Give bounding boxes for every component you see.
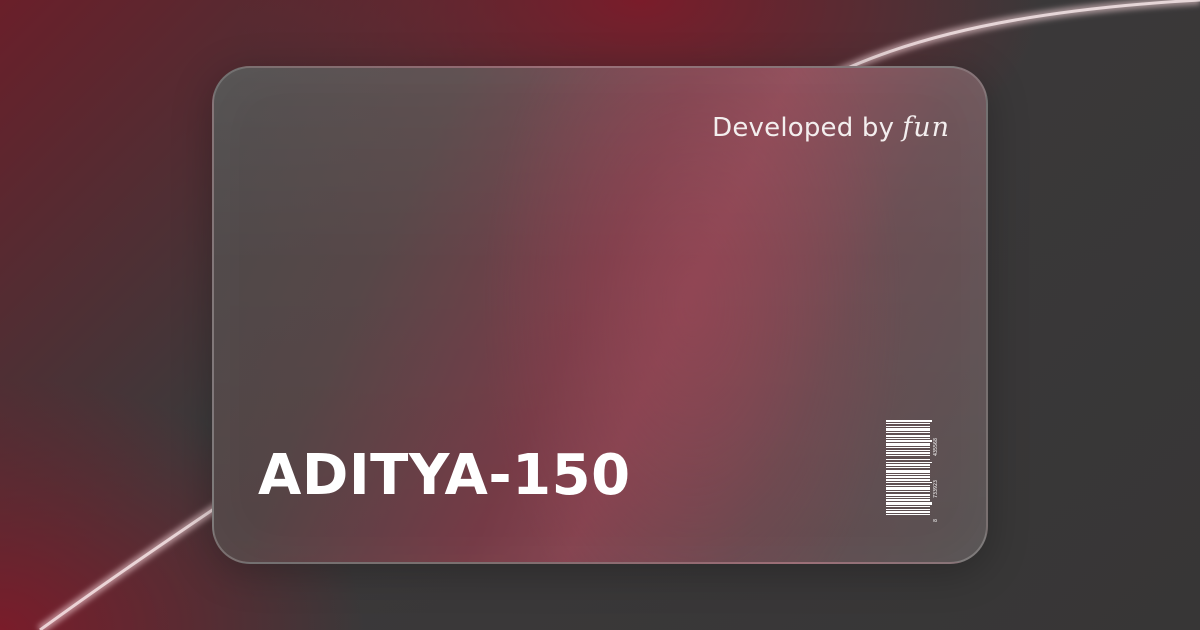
barcode-number-1: 8 — [933, 519, 939, 522]
share-image: Developed by fun ADITYA-150 8 733923 435… — [0, 0, 1200, 630]
developer-prefix: Developed by — [712, 113, 895, 143]
developer-brand-logo: fun — [902, 112, 950, 143]
glass-card: Developed by fun ADITYA-150 8 733923 435… — [212, 66, 988, 564]
barcode-number-3: 435568 — [933, 438, 939, 456]
barcode-icon: 8 733923 435568 — [886, 420, 939, 522]
card-title: ADITYA-150 — [258, 443, 631, 508]
barcode-number-2: 733923 — [933, 480, 939, 498]
developer-credit: Developed by fun — [712, 112, 950, 143]
